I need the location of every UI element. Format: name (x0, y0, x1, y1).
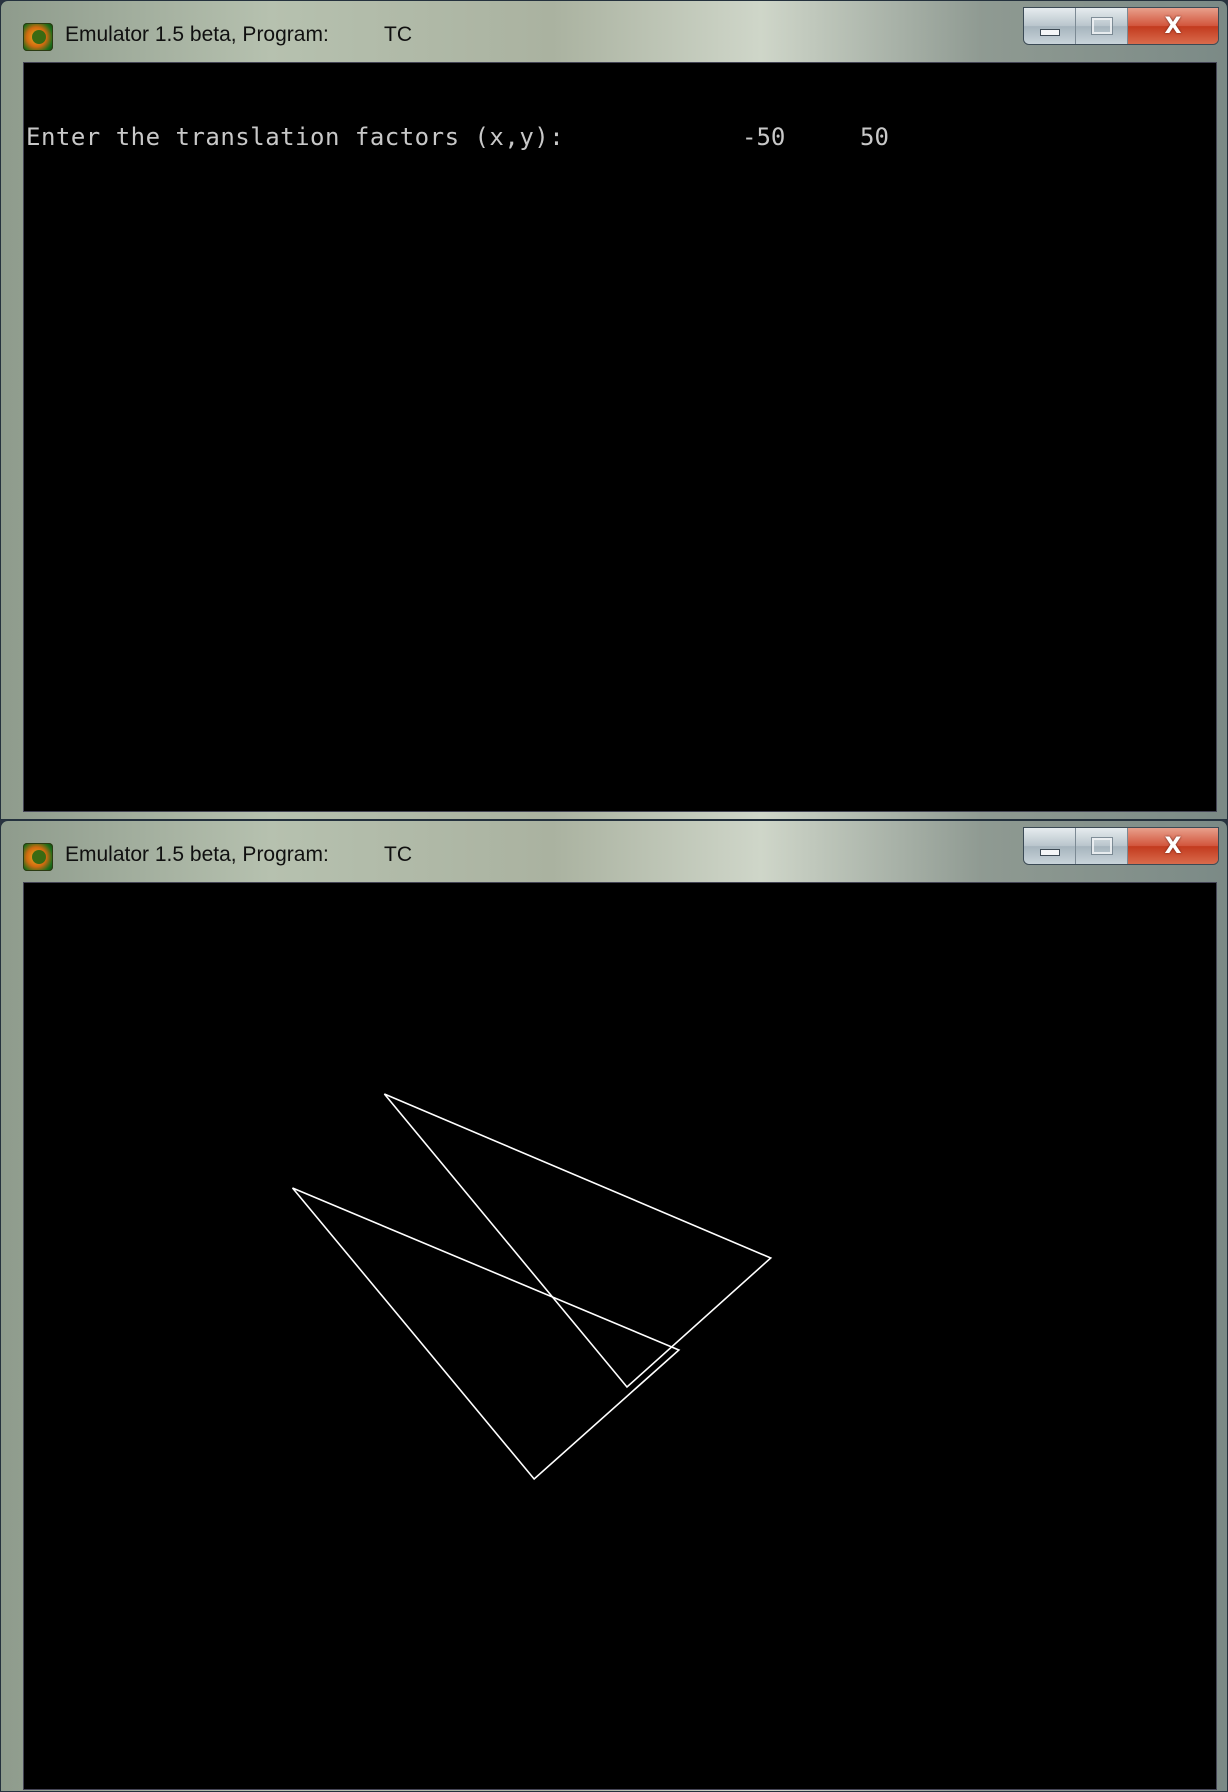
graphics-screen[interactable] (23, 882, 1217, 1790)
program-name: TC (384, 23, 412, 46)
console-prompt: Enter the translation factors (x,y): (26, 123, 565, 151)
emulator-window-graphics[interactable]: Emulator 1.5 beta, Program: TC X (0, 820, 1228, 1792)
maximize-button[interactable] (1076, 8, 1128, 44)
console-screen[interactable]: Enter the translation factors (x,y): -50… (23, 62, 1217, 812)
close-button[interactable]: X (1128, 828, 1218, 864)
translated-triangle (291, 1187, 681, 1481)
minimize-icon (1039, 28, 1060, 36)
program-name: TC (384, 843, 412, 866)
title-bar[interactable]: Emulator 1.5 beta, Program: TC X (1, 821, 1227, 881)
translation-y-value: 50 (860, 123, 889, 151)
window-title: Emulator 1.5 beta, Program: (65, 843, 329, 866)
maximize-icon (1091, 838, 1112, 854)
minimize-icon (1039, 848, 1060, 856)
close-icon: X (1164, 13, 1182, 39)
emulator-app-icon[interactable] (23, 23, 53, 51)
window-controls: X (1023, 827, 1219, 865)
emulator-app-icon[interactable] (23, 843, 53, 871)
close-button[interactable]: X (1128, 8, 1218, 44)
title-bar[interactable]: Emulator 1.5 beta, Program: TC X (1, 1, 1227, 61)
window-title: Emulator 1.5 beta, Program: (65, 23, 329, 46)
maximize-icon (1091, 18, 1112, 34)
original-triangle (383, 1093, 773, 1389)
emulator-window-console[interactable]: Emulator 1.5 beta, Program: TC X Enter t… (0, 0, 1228, 820)
minimize-button[interactable] (1024, 8, 1076, 44)
window-controls: X (1023, 7, 1219, 45)
minimize-button[interactable] (1024, 828, 1076, 864)
translation-x-value: -50 (742, 123, 786, 151)
maximize-button[interactable] (1076, 828, 1128, 864)
close-icon: X (1164, 833, 1182, 859)
graphics-canvas (291, 1093, 773, 1481)
